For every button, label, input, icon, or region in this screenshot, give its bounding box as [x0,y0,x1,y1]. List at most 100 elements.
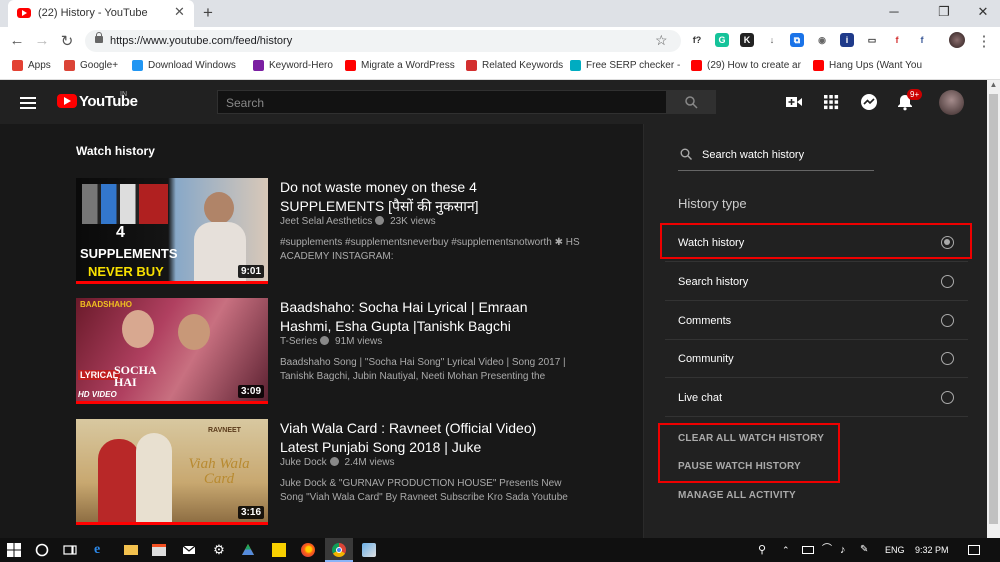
minimize-button[interactable]: ─ [884,4,904,19]
restore-button[interactable]: ❐ [934,4,954,20]
extension-icon[interactable]: K [740,33,754,47]
extension-icon[interactable]: i [840,33,854,47]
google-drive-icon[interactable] [241,543,255,557]
paint-icon[interactable] [362,543,376,557]
battery-icon[interactable] [802,546,814,554]
people-icon[interactable]: ⚲ [758,543,772,557]
option-label: Search history [678,276,749,288]
search-watch-history-input[interactable]: Search watch history [702,149,804,161]
history-option-live-chat[interactable]: Live chat [665,379,968,417]
radio-unselected-icon[interactable] [941,275,954,288]
video-thumbnail[interactable]: BAADSHAHO LYRICAL SOCHA HAI HD VIDEO 3:0… [76,298,268,404]
video-meta: Jeet Selal Aesthetics 23K views [280,216,436,227]
bookmark-item[interactable]: Download Windows [132,60,236,71]
video-description: Baadshaho Song | "Socha Hai Song" Lyrica… [280,357,566,382]
messages-icon[interactable] [860,93,878,111]
manage-all-activity-button[interactable]: MANAGE ALL ACTIVITY [678,490,796,501]
tab-close-icon[interactable]: ✕ [174,4,185,20]
radio-unselected-icon[interactable] [941,352,954,365]
file-explorer-icon[interactable] [124,545,138,555]
bookmark-item[interactable]: Google+ [64,60,118,71]
video-thumbnail[interactable]: 4 SUPPLEMENTS NEVER BUY 9:01 [76,178,268,284]
radio-unselected-icon[interactable] [941,391,954,404]
page-scrollbar[interactable]: ▲ [987,80,1000,538]
view-count: 2.4M views [344,457,395,468]
search-icon [685,96,698,109]
channel-name[interactable]: Jeet Selal Aesthetics [280,216,372,227]
bookmark-star-icon[interactable]: ☆ [655,32,668,49]
sticky-notes-icon[interactable] [272,543,286,557]
search-button[interactable] [667,90,716,114]
extension-icon[interactable]: ⧉ [790,33,804,47]
cortana-search-icon[interactable] [35,543,49,557]
bookmark-item[interactable]: Free SERP checker - [570,60,680,71]
highlight-box [658,423,840,483]
video-title[interactable]: Do not waste money on these 4 SUPPLEMENT… [280,178,570,216]
browser-menu-icon[interactable]: ⋮ [975,32,993,50]
youtube-logo-icon[interactable] [57,94,77,108]
pen-icon[interactable]: ✎ [860,543,874,557]
bride-image [98,439,140,525]
bookmark-item[interactable]: Keyword-Hero [253,60,333,71]
lock-icon [95,32,103,43]
input-language[interactable]: ENG [885,545,905,555]
network-icon[interactable]: ⌒ [822,543,836,557]
account-avatar[interactable] [939,90,964,115]
firefox-icon[interactable] [301,543,315,557]
bookmark-item[interactable]: Related Keywords [466,60,563,71]
new-tab-button[interactable]: + [203,3,213,23]
video-title[interactable]: Baadshaho: Socha Hai Lyrical | Emraan Ha… [280,298,570,336]
extension-icon[interactable]: ↓ [765,33,779,47]
verified-check-icon [320,336,330,345]
history-option-search[interactable]: Search history [665,263,968,301]
clock[interactable]: 9:32 PM [915,545,949,555]
extension-icon[interactable]: ▭ [865,33,879,47]
video-title[interactable]: Viah Wala Card : Ravneet (Official Video… [280,419,570,457]
bookmark-item[interactable]: Hang Ups (Want You [813,60,922,71]
create-video-icon[interactable] [785,93,803,111]
apps-grid-icon[interactable] [822,93,840,111]
show-hidden-icons[interactable]: ⌃ [782,543,796,557]
url-text[interactable]: https://www.youtube.com/feed/history [110,35,292,47]
chrome-taskbar-button[interactable] [325,538,353,562]
extension-icon[interactable]: f [915,33,929,47]
volume-icon[interactable]: ♪ [840,543,854,557]
tab-title: (22) History - YouTube [38,7,148,19]
settings-gear-icon[interactable]: ⚙ [212,543,226,557]
person-image [204,192,234,224]
scrollbar-thumb[interactable] [989,94,998,524]
address-bar[interactable]: https://www.youtube.com/feed/history ☆ [85,30,681,52]
browser-tab-active[interactable]: (22) History - YouTube ✕ [8,0,194,27]
search-input[interactable]: Search [217,90,667,114]
extension-icon[interactable]: f [890,33,904,47]
store-icon[interactable] [152,544,166,556]
search-icon [680,148,692,160]
window-close-button[interactable]: ✕ [973,4,993,20]
channel-name[interactable]: T-Series [280,336,317,347]
reload-button[interactable]: ↻ [58,32,76,50]
action-center-icon[interactable] [968,545,980,555]
scroll-up-arrow-icon[interactable]: ▲ [987,80,1000,92]
forward-button[interactable]: → [33,32,51,49]
mail-icon[interactable] [182,543,196,557]
radio-unselected-icon[interactable] [941,314,954,327]
back-button[interactable]: ← [8,32,26,49]
task-view-icon[interactable] [63,543,77,557]
extension-icon[interactable]: ◉ [815,33,829,47]
search-underline [678,170,874,171]
youtube-logo-text[interactable]: YouTube [79,93,138,110]
bookmark-item[interactable]: Apps [12,60,51,71]
windows-start-icon[interactable] [7,543,21,557]
history-option-comments[interactable]: Comments [665,302,968,340]
hamburger-menu-icon[interactable] [20,97,36,109]
watch-progress-bar [76,522,268,525]
channel-name[interactable]: Juke Dock [280,457,327,468]
history-option-community[interactable]: Community [665,340,968,378]
bookmark-item[interactable]: (29) How to create ar [691,60,801,71]
profile-avatar[interactable] [949,32,965,48]
bookmark-item[interactable]: Migrate a WordPress [345,60,455,71]
extension-icon[interactable]: f? [690,33,704,47]
video-thumbnail[interactable]: RAVNEET Viah Wala Card 3:16 [76,419,268,525]
extension-icon[interactable]: G [715,33,729,47]
edge-browser-icon[interactable]: e [94,543,108,557]
